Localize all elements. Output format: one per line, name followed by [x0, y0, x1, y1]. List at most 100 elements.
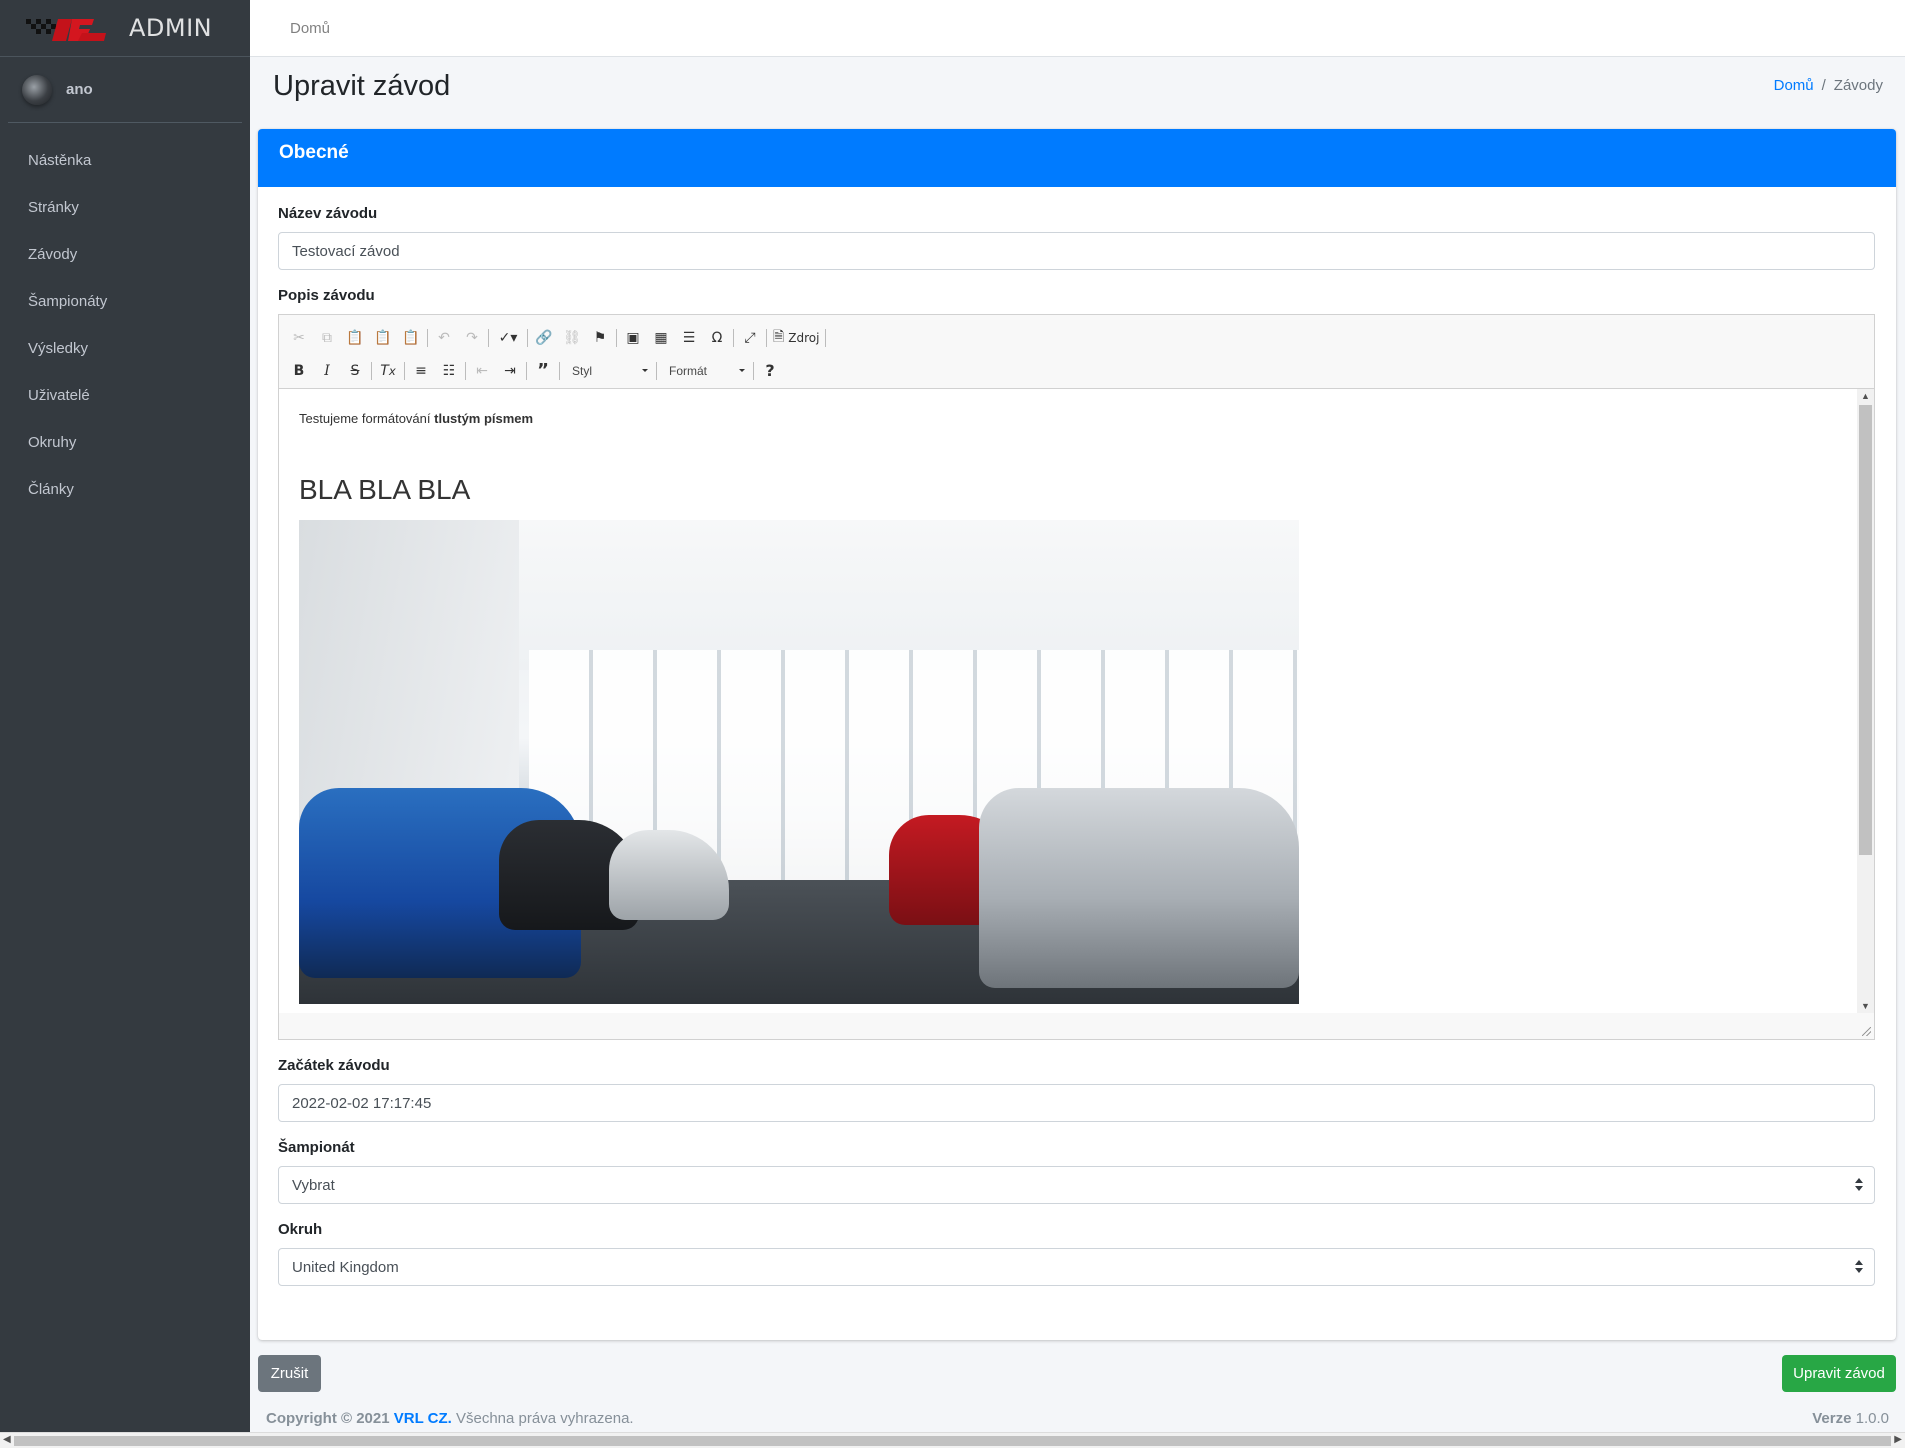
- editor-bottom-bar: [279, 1013, 1874, 1039]
- bold-icon[interactable]: B: [285, 358, 313, 384]
- breadcrumb-separator: /: [1821, 77, 1826, 94]
- scroll-up-icon[interactable]: ▲: [1861, 391, 1870, 401]
- general-card: Obecné Název závodu Testovací závod Popi…: [258, 129, 1896, 1340]
- toolbar-separator: [733, 328, 734, 347]
- paste-word-icon[interactable]: 📋: [397, 325, 425, 351]
- chevron-down-icon: [739, 369, 745, 372]
- brand-logo: [26, 19, 106, 41]
- rights-text: Všechna práva vyhrazena.: [451, 1409, 634, 1427]
- circuit-label: Okruh: [278, 1221, 323, 1238]
- circuit-select[interactable]: United Kingdom: [278, 1248, 1875, 1286]
- source-button[interactable]: 🗎 Zdroj: [769, 325, 823, 351]
- paragraph-text: Testujeme formátování: [299, 411, 435, 426]
- remove-format-icon[interactable]: Tx: [374, 358, 402, 384]
- outdent-icon[interactable]: ⇤: [468, 358, 496, 384]
- race-start-input[interactable]: 2022-02-02 17:17:45: [278, 1084, 1875, 1122]
- bulleted-list-icon[interactable]: ☷: [435, 358, 463, 384]
- unlink-icon[interactable]: ⛓: [558, 325, 586, 351]
- help-icon[interactable]: ?: [756, 358, 784, 384]
- toolbar-separator: [559, 361, 560, 380]
- indent-icon[interactable]: ⇥: [496, 358, 524, 384]
- cancel-button[interactable]: Zrušit: [258, 1355, 321, 1392]
- editor-toolbar: ✂ ⧉ 📋 📋 📋 ↶ ↷ ✓▾ 🔗 ⛓ ⚑ ▣ ▦ ☰ Ω ⤢ 🗎 Zdroj…: [279, 315, 1874, 389]
- card-title: Obecné: [279, 142, 349, 163]
- editor-content-area[interactable]: Testujeme formátování tlustým písmem BLA…: [279, 389, 1874, 1013]
- save-race-button[interactable]: Upravit závod: [1782, 1355, 1896, 1392]
- strikethrough-icon[interactable]: S: [341, 358, 369, 384]
- editor-scroll-thumb[interactable]: [1859, 405, 1872, 855]
- numbered-list-icon[interactable]: ≡: [407, 358, 435, 384]
- scroll-left-icon[interactable]: ◀: [3, 1434, 11, 1445]
- page-title: Upravit závod: [273, 70, 451, 102]
- format-combo[interactable]: Formát: [659, 358, 751, 384]
- footer: Copyright © 2021 VRL CZ. Všechna práva v…: [250, 1404, 1905, 1432]
- user-name[interactable]: ano: [66, 81, 93, 98]
- race-name-label: Název závodu: [278, 205, 378, 222]
- sidebar-item-articles[interactable]: Články: [8, 466, 242, 513]
- copyright-text: Copyright © 2021: [266, 1409, 390, 1427]
- toolbar-separator: [526, 361, 527, 380]
- brand-link[interactable]: ADMIN: [0, 0, 250, 57]
- link-icon[interactable]: 🔗: [530, 325, 558, 351]
- editor-paragraph: Testujeme formátování tlustým písmem: [299, 411, 1854, 426]
- scroll-right-icon[interactable]: ▶: [1894, 1434, 1902, 1445]
- toolbar-separator: [616, 328, 617, 347]
- table-icon[interactable]: ▦: [647, 325, 675, 351]
- sidebar-item-championships[interactable]: Šampionáty: [8, 278, 242, 325]
- source-icon: 🗎: [773, 328, 785, 345]
- user-panel[interactable]: ano: [8, 57, 242, 123]
- topbar-home-link[interactable]: Domů: [290, 20, 330, 37]
- resize-handle-icon[interactable]: [1862, 1027, 1871, 1036]
- race-name-input[interactable]: Testovací závod: [278, 232, 1875, 270]
- scroll-down-icon[interactable]: ▼: [1861, 1001, 1870, 1011]
- maximize-icon[interactable]: ⤢: [736, 325, 764, 351]
- company-link[interactable]: VRL CZ.: [394, 1410, 452, 1427]
- chevron-down-icon: [642, 369, 648, 372]
- paste-text-icon[interactable]: 📋: [369, 325, 397, 351]
- sidebar-item-circuits[interactable]: Okruhy: [8, 419, 242, 466]
- style-combo[interactable]: Styl: [562, 358, 654, 384]
- sidebar-item-pages[interactable]: Stránky: [8, 184, 242, 231]
- toolbar-separator: [825, 328, 827, 347]
- version-label: Verze: [1812, 1409, 1852, 1427]
- paste-icon[interactable]: 📋: [341, 325, 369, 351]
- top-navbar: Domů: [250, 0, 1905, 57]
- breadcrumb-home[interactable]: Domů: [1774, 77, 1814, 94]
- photo-car-silver: [979, 788, 1299, 988]
- sidebar-item-users[interactable]: Uživatelé: [8, 372, 242, 419]
- editor-vertical-scrollbar[interactable]: ▲ ▼: [1857, 389, 1874, 1013]
- card-body: Název závodu Testovací závod Popis závod…: [258, 187, 1896, 1286]
- undo-icon[interactable]: ↶: [430, 325, 458, 351]
- brand-text: ADMIN: [129, 14, 213, 42]
- image-icon[interactable]: ▣: [619, 325, 647, 351]
- race-description-label: Popis závodu: [278, 287, 375, 304]
- source-label: Zdroj: [788, 330, 820, 345]
- toolbar-separator: [753, 361, 754, 380]
- sidebar-item-races[interactable]: Závody: [8, 231, 242, 278]
- sidebar-item-dashboard[interactable]: Nástěnka: [8, 137, 242, 184]
- sidebar-item-results[interactable]: Výsledky: [8, 325, 242, 372]
- cut-icon[interactable]: ✂: [285, 325, 313, 351]
- car-showroom-image: [299, 520, 1299, 1004]
- select-arrows-icon: [1854, 1260, 1864, 1274]
- toolbar-separator: [488, 328, 489, 347]
- special-char-icon[interactable]: Ω: [703, 325, 731, 351]
- horizontal-rule-icon[interactable]: ☰: [675, 325, 703, 351]
- toolbar-row-2: B I S Tx ≡ ☷ ⇤ ⇥ ” Styl Formát ?: [285, 354, 1868, 387]
- page-scroll-thumb[interactable]: [14, 1436, 1891, 1446]
- redo-icon[interactable]: ↷: [458, 325, 486, 351]
- format-combo-label: Formát: [669, 363, 708, 378]
- page-horizontal-scrollbar[interactable]: ◀ ▶: [0, 1432, 1905, 1448]
- editor-content: Testujeme formátování tlustým písmem BLA…: [279, 389, 1874, 1013]
- championship-label: Šampionát: [278, 1139, 355, 1156]
- toolbar-row-1: ✂ ⧉ 📋 📋 📋 ↶ ↷ ✓▾ 🔗 ⛓ ⚑ ▣ ▦ ☰ Ω ⤢ 🗎 Zdroj: [285, 321, 1868, 354]
- description-editor: ✂ ⧉ 📋 📋 📋 ↶ ↷ ✓▾ 🔗 ⛓ ⚑ ▣ ▦ ☰ Ω ⤢ 🗎 Zdroj…: [278, 314, 1875, 1040]
- italic-icon[interactable]: I: [313, 358, 341, 384]
- spellcheck-icon[interactable]: ✓▾: [491, 325, 525, 351]
- sidebar-nav: Nástěnka Stránky Závody Šampionáty Výsle…: [0, 137, 250, 513]
- blockquote-icon[interactable]: ”: [529, 358, 557, 384]
- copy-icon[interactable]: ⧉: [313, 325, 341, 351]
- anchor-icon[interactable]: ⚑: [586, 325, 614, 351]
- championship-select[interactable]: Vybrat: [278, 1166, 1875, 1204]
- toolbar-separator: [527, 328, 528, 347]
